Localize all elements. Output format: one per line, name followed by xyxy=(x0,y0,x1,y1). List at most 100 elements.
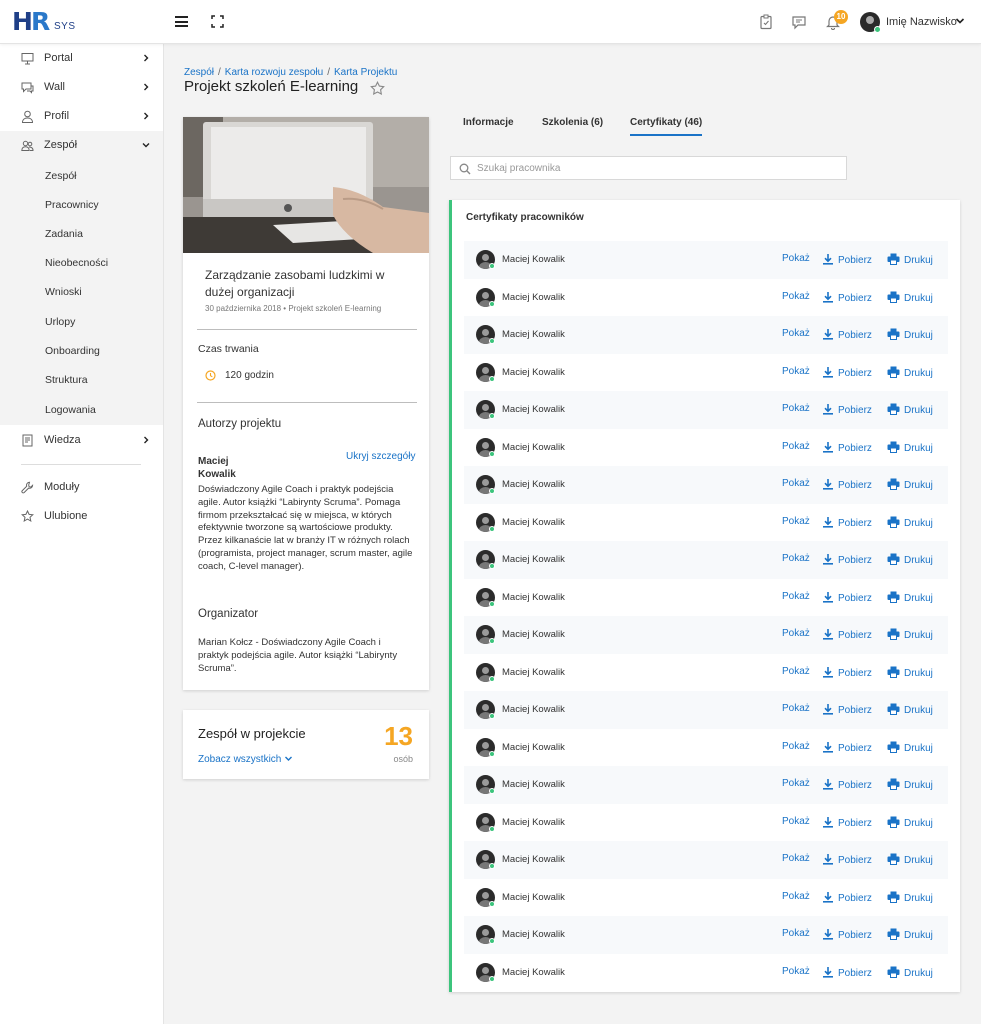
sidebar-item-portal[interactable]: Portal xyxy=(0,44,163,73)
download-button[interactable]: Pobierz xyxy=(822,928,872,941)
print-icon xyxy=(887,778,900,790)
print-button[interactable]: Drukuj xyxy=(887,553,933,566)
print-button[interactable]: Drukuj xyxy=(887,591,933,604)
print-icon xyxy=(887,403,900,415)
download-label: Pobierz xyxy=(838,630,872,641)
print-button[interactable]: Drukuj xyxy=(887,816,933,829)
menu-toggle-icon[interactable] xyxy=(175,16,188,27)
app-logo[interactable]: HR SYS xyxy=(12,9,82,35)
sidebar-subitem-onboarding[interactable]: Onboarding xyxy=(0,336,163,365)
course-title: Zarządzanie zasobami ludzkimi w dużej or… xyxy=(205,268,385,299)
sidebar-subitem-zadania[interactable]: Zadania xyxy=(0,219,163,248)
sidebar-item-wiedza[interactable]: Wiedza xyxy=(0,426,163,455)
sidebar-subitem-pracownicy[interactable]: Pracownicy xyxy=(0,190,163,219)
tab-informacje[interactable]: Informacje xyxy=(463,117,514,128)
clipboard-icon[interactable] xyxy=(758,14,774,30)
sidebar-subitem-struktura[interactable]: Struktura xyxy=(0,365,163,394)
print-button[interactable]: Drukuj xyxy=(887,928,933,941)
download-button[interactable]: Pobierz xyxy=(822,966,872,979)
fullscreen-icon[interactable] xyxy=(211,15,224,28)
sidebar-item-wall[interactable]: Wall xyxy=(0,73,163,102)
show-button[interactable]: Pokaż xyxy=(782,703,810,714)
download-button[interactable]: Pobierz xyxy=(822,816,872,829)
breadcrumb-link[interactable]: Karta Projektu xyxy=(334,67,397,78)
show-button[interactable]: Pokaż xyxy=(782,853,810,864)
print-button[interactable]: Drukuj xyxy=(887,441,933,454)
print-button[interactable]: Drukuj xyxy=(887,666,933,679)
download-button[interactable]: Pobierz xyxy=(822,853,872,866)
download-button[interactable]: Pobierz xyxy=(822,591,872,604)
download-button[interactable]: Pobierz xyxy=(822,366,872,379)
download-button[interactable]: Pobierz xyxy=(822,328,872,341)
print-button[interactable]: Drukuj xyxy=(887,253,933,266)
download-button[interactable]: Pobierz xyxy=(822,403,872,416)
sidebar-item-moduly[interactable]: Moduły xyxy=(0,473,163,502)
breadcrumb-link[interactable]: Karta rozwoju zespołu xyxy=(225,67,323,78)
sidebar-subitem-zespol[interactable]: Zespół xyxy=(0,161,163,190)
see-all-link[interactable]: Zobacz wszystkich xyxy=(198,754,293,765)
messages-icon[interactable] xyxy=(791,14,807,30)
show-button[interactable]: Pokaż xyxy=(782,328,810,339)
tab-szkolenia[interactable]: Szkolenia (6) xyxy=(542,117,603,128)
show-button[interactable]: Pokaż xyxy=(782,816,810,827)
download-button[interactable]: Pobierz xyxy=(822,516,872,529)
show-button[interactable]: Pokaż xyxy=(782,253,810,264)
print-button[interactable]: Drukuj xyxy=(887,478,933,491)
print-button[interactable]: Drukuj xyxy=(887,628,933,641)
print-button[interactable]: Drukuj xyxy=(887,853,933,866)
sidebar-subitem-nieobecnosci[interactable]: Nieobecności xyxy=(0,248,163,277)
show-button[interactable]: Pokaż xyxy=(782,366,810,377)
show-button[interactable]: Pokaż xyxy=(782,891,810,902)
download-button[interactable]: Pobierz xyxy=(822,703,872,716)
show-button[interactable]: Pokaż xyxy=(782,478,810,489)
print-button[interactable]: Drukuj xyxy=(887,516,933,529)
download-button[interactable]: Pobierz xyxy=(822,891,872,904)
show-button[interactable]: Pokaż xyxy=(782,441,810,452)
online-status-dot xyxy=(489,263,495,269)
show-button[interactable]: Pokaż xyxy=(782,966,810,977)
show-button[interactable]: Pokaż xyxy=(782,928,810,939)
download-button[interactable]: Pobierz xyxy=(822,553,872,566)
show-button[interactable]: Pokaż xyxy=(782,628,810,639)
show-button[interactable]: Pokaż xyxy=(782,553,810,564)
sidebar-item-profil[interactable]: Profil xyxy=(0,102,163,131)
download-button[interactable]: Pobierz xyxy=(822,628,872,641)
download-button[interactable]: Pobierz xyxy=(822,291,872,304)
breadcrumb-link[interactable]: Zespół xyxy=(184,67,214,78)
show-button[interactable]: Pokaż xyxy=(782,403,810,414)
print-button[interactable]: Drukuj xyxy=(887,291,933,304)
download-button[interactable]: Pobierz xyxy=(822,441,872,454)
print-button[interactable]: Drukuj xyxy=(887,966,933,979)
certificate-row: Maciej Kowalik Pokaż Pobierz Drukuj xyxy=(464,316,948,354)
search-input[interactable] xyxy=(477,157,837,179)
download-button[interactable]: Pobierz xyxy=(822,478,872,491)
download-button[interactable]: Pobierz xyxy=(822,741,872,754)
sidebar-item-ulubione[interactable]: Ulubione xyxy=(0,502,163,531)
course-card: Zarządzanie zasobami ludzkimi w dużej or… xyxy=(183,117,429,690)
print-button[interactable]: Drukuj xyxy=(887,328,933,341)
tab-certyfikaty[interactable]: Certyfikaty (46) xyxy=(630,117,703,136)
print-button[interactable]: Drukuj xyxy=(887,366,933,379)
show-button[interactable]: Pokaż xyxy=(782,591,810,602)
show-button[interactable]: Pokaż xyxy=(782,666,810,677)
show-button[interactable]: Pokaż xyxy=(782,741,810,752)
show-button[interactable]: Pokaż xyxy=(782,778,810,789)
show-button[interactable]: Pokaż xyxy=(782,516,810,527)
hide-details-link[interactable]: Ukryj szczegóły xyxy=(346,451,415,462)
print-button[interactable]: Drukuj xyxy=(887,741,933,754)
sidebar-item-zespol[interactable]: Zespół xyxy=(0,131,163,160)
favorite-star-icon[interactable] xyxy=(370,81,385,96)
download-button[interactable]: Pobierz xyxy=(822,778,872,791)
show-button[interactable]: Pokaż xyxy=(782,291,810,302)
chevron-down-icon xyxy=(955,18,965,24)
sidebar-subitem-urlopy[interactable]: Urlopy xyxy=(0,307,163,336)
download-button[interactable]: Pobierz xyxy=(822,666,872,679)
print-button[interactable]: Drukuj xyxy=(887,891,933,904)
download-button[interactable]: Pobierz xyxy=(822,253,872,266)
sidebar-subitem-wnioski[interactable]: Wnioski xyxy=(0,277,163,306)
sidebar-subitem-logowania[interactable]: Logowania xyxy=(0,395,163,424)
print-button[interactable]: Drukuj xyxy=(887,778,933,791)
print-button[interactable]: Drukuj xyxy=(887,403,933,416)
download-icon xyxy=(823,891,833,903)
print-button[interactable]: Drukuj xyxy=(887,703,933,716)
